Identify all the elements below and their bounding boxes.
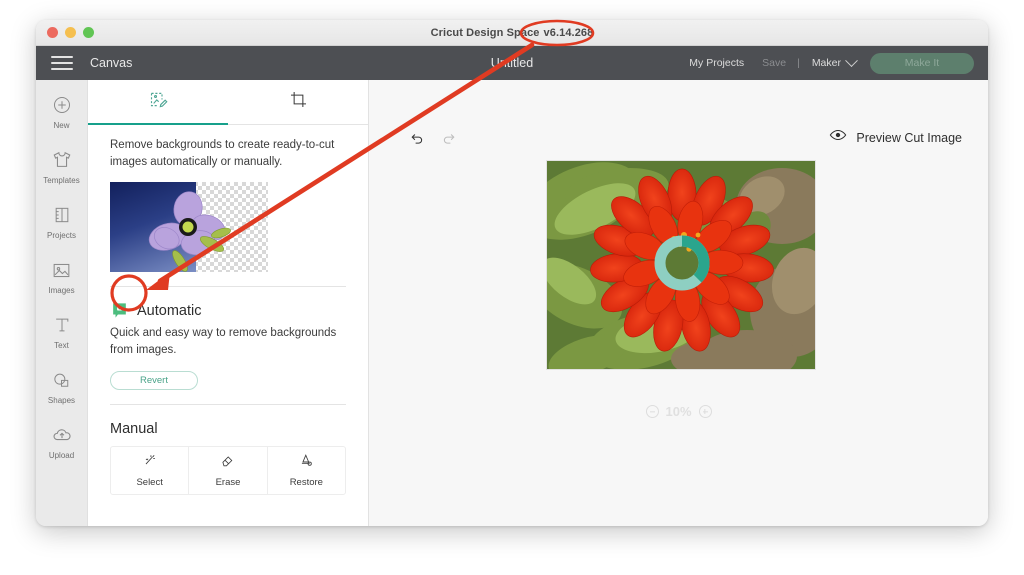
background-remover-panel: Remove backgrounds to create ready-to-cu… [88,80,369,526]
text-t-icon [49,312,75,338]
image-preview[interactable] [546,160,816,370]
sidebar-item-shapes[interactable]: Shapes [36,367,87,405]
eye-icon [829,128,847,147]
app-window: Cricut Design Space v6.14.268 Canvas Unti… [36,20,988,526]
zoom-controls: 10% [645,404,712,419]
window-title-text: Cricut Design Space [430,26,540,39]
canvas-label: Canvas [90,56,133,70]
header-separator: | [797,57,800,69]
manual-tool-restore[interactable]: Restore [268,447,345,494]
remove-background-icon [148,89,169,115]
plus-circle-icon [49,92,75,118]
redo-arrow-icon [441,130,459,153]
automatic-title: Automatic [137,302,202,319]
magic-wand-icon [141,452,158,474]
chevron-down-icon [845,53,858,67]
manual-tools: Select Erase Restore [110,445,346,495]
panel-tabs [88,80,368,125]
panel-divider-top [110,286,346,288]
manual-tool-label: Restore [289,477,323,489]
preview-cut-image-label: Preview Cut Image [856,130,962,145]
panel-divider-bottom [110,403,346,405]
sidebar-item-label: Upload [48,451,75,460]
sidebar-item-images[interactable]: Images [36,257,87,295]
undo-arrow-icon[interactable] [407,130,425,153]
panel-content: Remove backgrounds to create ready-to-cu… [88,125,368,526]
zoom-in-icon[interactable] [698,405,712,418]
projects-book-icon [49,202,75,228]
save-button: Save [762,57,787,69]
sidebar-item-new[interactable]: New [36,92,87,130]
eraser-icon [219,452,236,474]
automatic-header: Automatic [110,301,346,320]
machine-selector[interactable]: Maker [802,53,864,69]
sidebar-item-label: Images [48,286,75,295]
sidebar-item-label: Projects [47,231,76,240]
sidebar-item-label: New [53,121,70,130]
sidebar-item-text[interactable]: Text [36,312,87,350]
image-icon [49,257,75,283]
app-body: New Templates Projects Images Text Shape… [36,80,988,526]
sample-preview-image [110,182,268,273]
history-controls [407,130,459,153]
tab-crop[interactable] [228,80,368,124]
tab-remove-background[interactable] [88,80,228,125]
app-header: Canvas Untitled My Projects Save | Maker… [36,46,988,80]
crop-icon [289,90,308,114]
sidebar-item-upload[interactable]: Upload [36,422,87,460]
window-titlebar: Cricut Design Space v6.14.268 [36,20,988,46]
tshirt-icon [49,147,75,173]
manual-tool-label: Erase [215,477,241,489]
manual-tool-select[interactable]: Select [111,446,190,494]
revert-button[interactable]: Revert [110,370,198,390]
manual-title: Manual [110,420,158,437]
hamburger-menu-icon[interactable] [51,56,73,70]
shapes-icon [49,367,75,393]
my-projects-button[interactable]: My Projects [680,57,753,69]
restore-brush-icon [298,452,315,474]
automatic-description: Quick and easy way to remove backgrounds… [110,327,337,357]
zoom-level-label: 10% [665,404,692,419]
machine-label: Maker [811,57,841,69]
left-rail: New Templates Projects Images Text Shape… [36,80,88,526]
app-header-actions: My Projects Save | Maker Make It [680,52,988,74]
preview-cut-image-button[interactable]: Preview Cut Image [829,128,962,147]
window-title: Cricut Design Space v6.14.268 [36,27,988,39]
automatic-flag-icon [110,301,129,320]
manual-tool-label: Select [136,477,163,489]
make-it-button: Make It [870,52,974,74]
sidebar-item-projects[interactable]: Projects [36,202,87,240]
sidebar-item-label: Shapes [47,396,76,405]
canvas-area: Preview Cut Image 10% [369,80,988,526]
manual-tool-erase[interactable]: Erase [189,446,268,494]
zoom-out-icon[interactable] [645,405,659,418]
sidebar-item-label: Templates [43,176,80,185]
sidebar-item-templates[interactable]: Templates [36,147,87,185]
upload-cloud-icon [49,422,75,448]
window-version-text: v6.14.268 [543,26,594,39]
panel-description: Remove backgrounds to create ready-to-cu… [110,139,335,168]
sidebar-item-label: Text [54,341,69,350]
screenshot-root: Cricut Design Space v6.14.268 Canvas Unti… [0,0,1024,575]
